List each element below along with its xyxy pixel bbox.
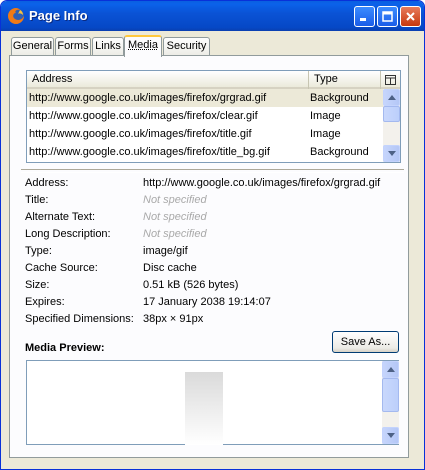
media-preview [26, 360, 399, 445]
property-value: 17 January 2038 19:14:07 [143, 296, 271, 308]
property-type: Type: image/gif [25, 245, 405, 262]
scroll-thumb[interactable] [383, 106, 400, 122]
property-value: 38px × 91px [143, 313, 204, 325]
property-value: Disc cache [143, 262, 197, 274]
minimize-icon [360, 18, 366, 21]
column-picker-icon [385, 75, 396, 85]
page-info-window: Page Info General Forms Links Media Secu… [0, 0, 425, 470]
arrow-down-icon [386, 433, 395, 438]
property-expires: Expires: 17 January 2038 19:14:07 [25, 296, 405, 313]
list-row[interactable]: http://www.google.co.uk/images/firefox/t… [27, 143, 383, 161]
close-icon [406, 12, 415, 21]
media-properties: Address: http://www.google.co.uk/images/… [25, 177, 405, 330]
row-address: http://www.google.co.uk/images/firefox/t… [29, 128, 252, 140]
property-cache-source: Cache Source: Disc cache [25, 262, 405, 279]
property-label: Cache Source: [25, 262, 98, 274]
property-value: Not specified [143, 211, 207, 223]
property-value: http://www.google.co.uk/images/firefox/g… [143, 177, 381, 189]
scroll-up-button[interactable] [383, 89, 400, 106]
tab-links[interactable]: Links [92, 37, 124, 56]
list-header: Address Type [27, 71, 400, 89]
preview-image [185, 372, 223, 445]
property-value: Not specified [143, 228, 207, 240]
property-label: Alternate Text: [25, 211, 96, 223]
arrow-up-icon [386, 367, 395, 372]
maximize-icon [382, 11, 393, 22]
tab-label: Media [128, 39, 158, 51]
list-row[interactable]: http://www.google.co.uk/images/firefox/g… [27, 89, 383, 107]
list-rows: http://www.google.co.uk/images/firefox/g… [27, 89, 383, 161]
row-address: http://www.google.co.uk/images/firefox/g… [29, 92, 267, 104]
column-picker-button[interactable] [381, 71, 400, 89]
property-long-description: Long Description: Not specified [25, 228, 405, 245]
window-title: Page Info [29, 8, 88, 23]
scroll-down-button[interactable] [382, 427, 399, 444]
scroll-up-button[interactable] [382, 361, 399, 378]
tab-label: Security [166, 40, 207, 52]
property-label: Type: [25, 245, 52, 257]
row-type: Image [310, 110, 341, 122]
property-label: Long Description: [25, 228, 111, 240]
media-preview-label: Media Preview: [25, 342, 105, 354]
close-button[interactable] [400, 6, 421, 27]
save-as-label: Save As... [340, 336, 391, 348]
list-scrollbar[interactable] [383, 89, 400, 162]
scroll-thumb[interactable] [382, 378, 399, 412]
property-label: Expires: [25, 296, 65, 308]
media-list[interactable]: Address Type http://www.google.co.uk/ima… [26, 70, 401, 163]
property-label: Title: [25, 194, 49, 206]
firefox-icon [8, 8, 24, 24]
tab-media[interactable]: Media [124, 35, 162, 57]
property-title: Title: Not specified [25, 194, 405, 211]
property-label: Address: [25, 177, 69, 189]
row-type: Background [310, 146, 369, 158]
minimize-button[interactable] [354, 6, 375, 27]
property-label: Specified Dimensions: [25, 313, 134, 325]
property-alt-text: Alternate Text: Not specified [25, 211, 405, 228]
scroll-down-button[interactable] [383, 145, 400, 162]
splitter[interactable] [21, 169, 404, 173]
row-address: http://www.google.co.uk/images/firefox/t… [29, 146, 270, 158]
column-header-address[interactable]: Address [27, 71, 309, 89]
save-as-button[interactable]: Save As... [332, 331, 399, 353]
title-bar[interactable]: Page Info [1, 1, 424, 31]
row-type: Image [310, 128, 341, 140]
tab-security[interactable]: Security [163, 37, 210, 56]
arrow-up-icon [387, 95, 396, 100]
property-dimensions: Specified Dimensions: 38px × 91px [25, 313, 405, 330]
property-label: Size: [25, 279, 50, 291]
tab-label: Links [95, 40, 121, 52]
arrow-down-icon [387, 151, 396, 156]
list-row[interactable]: http://www.google.co.uk/images/firefox/t… [27, 125, 383, 143]
tab-label: General [12, 40, 53, 52]
tab-label: Forms [57, 40, 89, 52]
column-header-type[interactable]: Type [309, 71, 381, 89]
preview-scrollbar[interactable] [382, 361, 399, 444]
row-address: http://www.google.co.uk/images/firefox/c… [29, 110, 258, 122]
property-size: Size: 0.51 kB (526 bytes) [25, 279, 405, 296]
property-value: image/gif [143, 245, 188, 257]
tab-forms[interactable]: Forms [55, 37, 91, 56]
maximize-button[interactable] [377, 6, 398, 27]
property-value: Not specified [143, 194, 207, 206]
tab-general[interactable]: General [11, 37, 54, 56]
row-type: Background [310, 92, 369, 104]
property-address: Address: http://www.google.co.uk/images/… [25, 177, 405, 194]
list-row[interactable]: http://www.google.co.uk/images/firefox/c… [27, 107, 383, 125]
property-value: 0.51 kB (526 bytes) [143, 279, 239, 291]
